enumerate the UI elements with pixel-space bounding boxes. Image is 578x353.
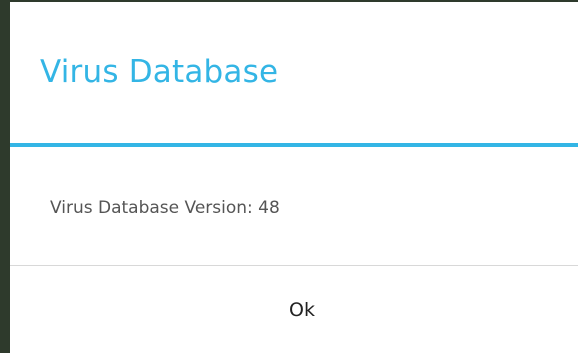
title-divider <box>10 143 578 147</box>
ok-button[interactable]: Ok <box>10 266 578 353</box>
dialog-title: Virus Database <box>40 54 279 90</box>
ok-button-label: Ok <box>289 298 315 321</box>
virus-database-dialog: Virus Database Virus Database Version: 4… <box>10 2 578 353</box>
dialog-message: Virus Database Version: 48 <box>50 198 280 218</box>
